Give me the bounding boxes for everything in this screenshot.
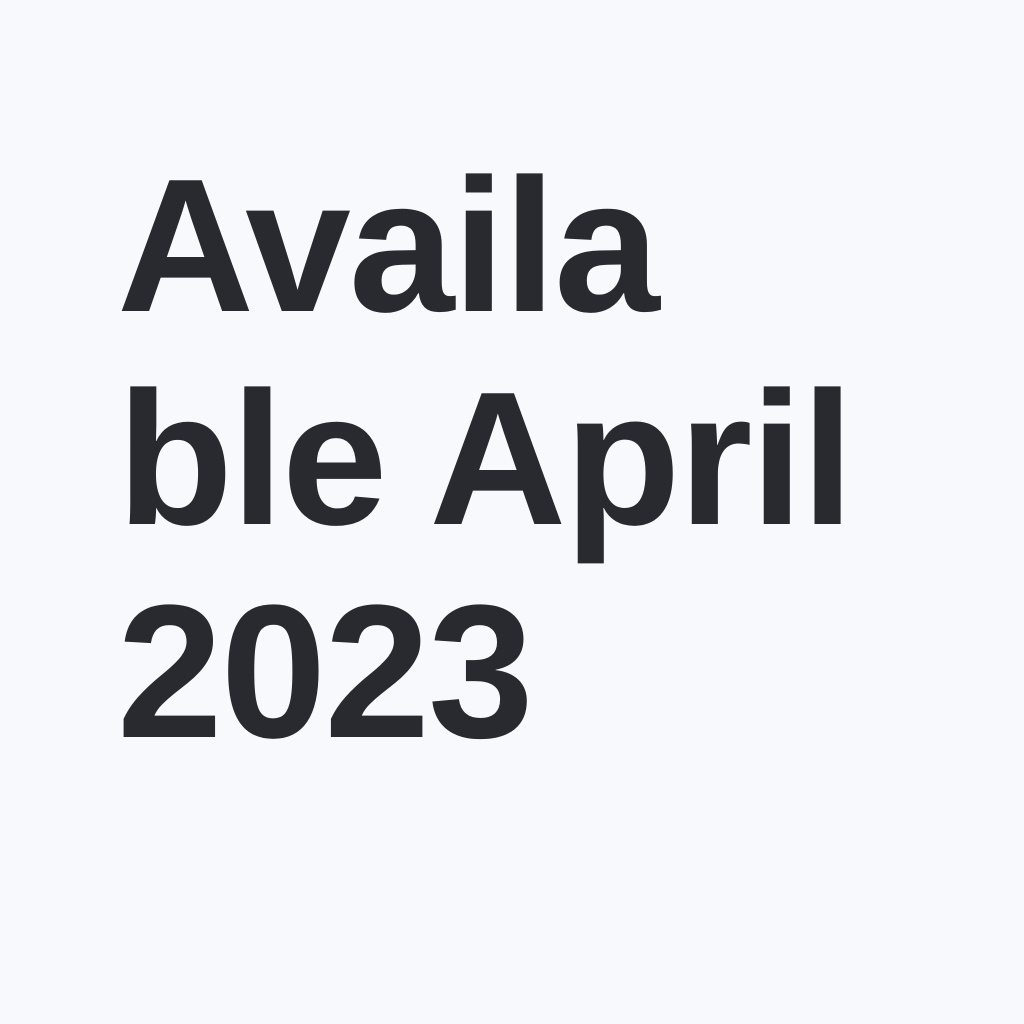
headline-line-1: Availa — [117, 140, 660, 352]
availability-headline: Availa ble April 2023 — [117, 140, 907, 779]
headline-line-3: 2023 — [117, 566, 534, 778]
headline-line-2: ble April — [117, 353, 854, 565]
